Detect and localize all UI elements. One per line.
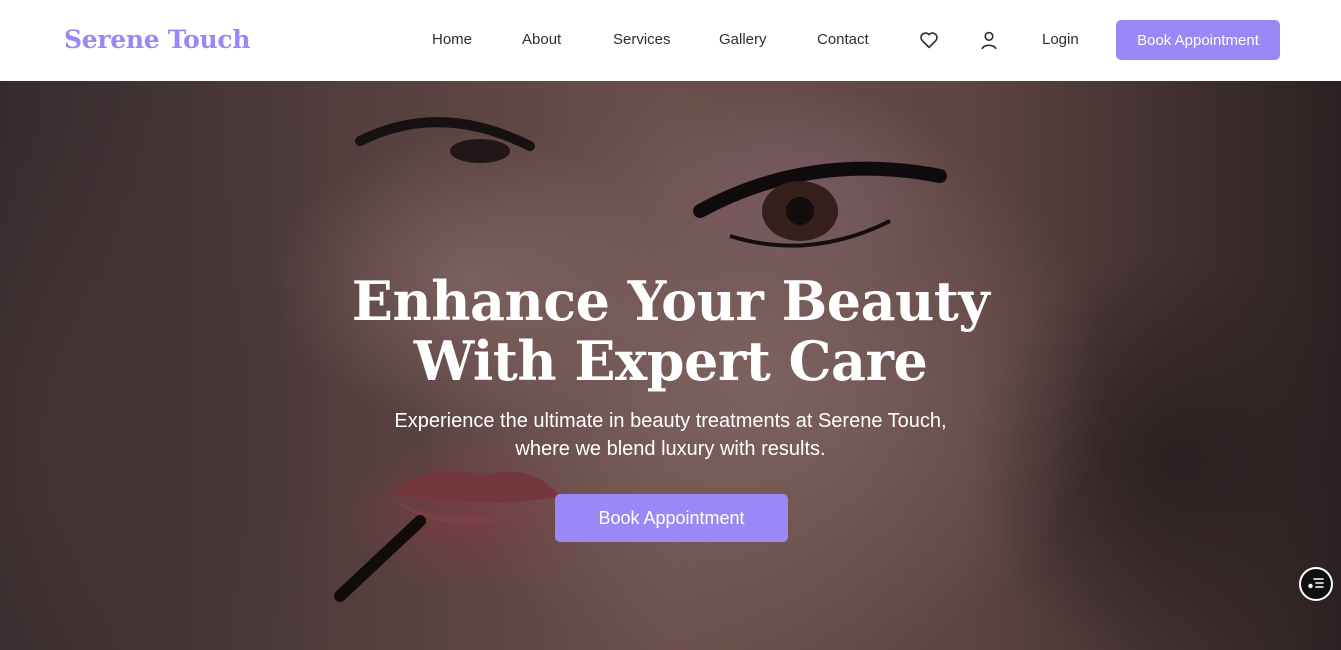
site-header: Serene Touch Home About Services Gallery…: [0, 0, 1341, 81]
hero-subtitle-line-1: Experience the ultimate in beauty treatm…: [394, 410, 947, 432]
hero-title-line-1: Enhance Your Beauty: [351, 269, 990, 333]
hero-title: Enhance Your Beauty With Expert Care: [0, 271, 1341, 391]
hero-subtitle-line-2: where we blend luxury with results.: [515, 438, 826, 460]
heart-icon[interactable]: [918, 29, 940, 51]
hero-title-line-2: With Expert Care: [413, 329, 928, 393]
hero-book-appointment-button[interactable]: Book Appointment: [555, 494, 788, 542]
login-link[interactable]: Login: [1042, 31, 1079, 48]
nav-link-services[interactable]: Services: [613, 31, 671, 48]
hero-subtitle: Experience the ultimate in beauty treatm…: [0, 407, 1341, 463]
user-icon[interactable]: [978, 29, 1000, 51]
header-book-appointment-button[interactable]: Book Appointment: [1116, 20, 1280, 60]
nav-link-about[interactable]: About: [522, 31, 561, 48]
widget-icon[interactable]: [1299, 567, 1333, 601]
nav-link-gallery[interactable]: Gallery: [719, 31, 767, 48]
brand-logo[interactable]: Serene Touch: [64, 25, 251, 54]
hero-section: Enhance Your Beauty With Expert Care Exp…: [0, 81, 1341, 650]
nav-link-home[interactable]: Home: [432, 31, 472, 48]
nav-link-contact[interactable]: Contact: [817, 31, 869, 48]
